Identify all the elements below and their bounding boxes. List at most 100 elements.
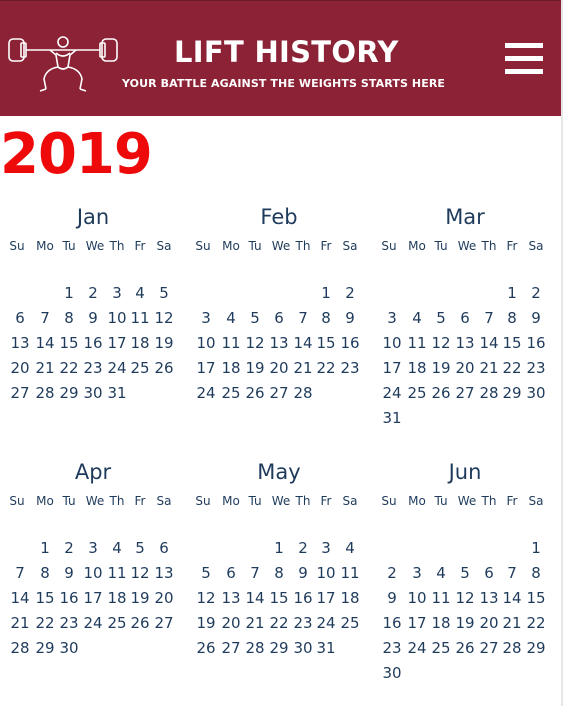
calendar-day[interactable]: 15 [524,589,548,607]
calendar-day[interactable]: 15 [57,334,81,352]
calendar-day[interactable]: 8 [267,564,291,582]
calendar-day[interactable]: 29 [267,639,291,657]
calendar-day[interactable]: 7 [291,309,315,327]
calendar-day[interactable]: 13 [477,589,501,607]
calendar-day[interactable]: 27 [477,639,501,657]
calendar-day[interactable]: 7 [33,309,57,327]
calendar-day[interactable]: 21 [291,359,315,377]
calendar-day[interactable]: 18 [338,589,362,607]
calendar-day[interactable]: 29 [524,639,548,657]
calendar-day[interactable]: 21 [500,614,524,632]
calendar-day[interactable]: 24 [314,614,338,632]
calendar-day[interactable]: 27 [453,384,477,402]
calendar-day[interactable]: 23 [524,359,548,377]
calendar-day[interactable]: 12 [152,309,176,327]
calendar-day[interactable]: 30 [524,384,548,402]
calendar-day[interactable]: 8 [33,564,57,582]
calendar-day[interactable]: 15 [500,334,524,352]
calendar-day[interactable]: 7 [8,564,32,582]
calendar-day[interactable]: 3 [105,284,129,302]
calendar-day[interactable]: 1 [57,284,81,302]
calendar-day[interactable]: 18 [128,334,152,352]
calendar-day[interactable]: 30 [57,639,81,657]
calendar-day[interactable]: 6 [453,309,477,327]
calendar-day[interactable]: 11 [429,589,453,607]
calendar-day[interactable]: 24 [405,639,429,657]
calendar-day[interactable]: 12 [453,589,477,607]
calendar-day[interactable]: 29 [57,384,81,402]
calendar-day[interactable]: 21 [8,614,32,632]
calendar-day[interactable]: 26 [243,384,267,402]
calendar-day[interactable]: 20 [8,359,32,377]
calendar-day[interactable]: 30 [291,639,315,657]
calendar-day[interactable]: 9 [338,309,362,327]
calendar-day[interactable]: 1 [500,284,524,302]
calendar-day[interactable]: 28 [477,384,501,402]
calendar-day[interactable]: 19 [453,614,477,632]
calendar-day[interactable]: 17 [380,359,404,377]
calendar-day[interactable]: 10 [380,334,404,352]
calendar-day[interactable]: 23 [380,639,404,657]
calendar-day[interactable]: 16 [291,589,315,607]
calendar-day[interactable]: 8 [57,309,81,327]
calendar-day[interactable]: 8 [524,564,548,582]
calendar-day[interactable]: 6 [477,564,501,582]
calendar-day[interactable]: 5 [453,564,477,582]
calendar-day[interactable]: 1 [267,539,291,557]
calendar-day[interactable]: 22 [57,359,81,377]
calendar-day[interactable]: 13 [8,334,32,352]
calendar-day[interactable]: 4 [105,539,129,557]
calendar-day[interactable]: 9 [524,309,548,327]
calendar-day[interactable]: 13 [453,334,477,352]
calendar-day[interactable]: 11 [338,564,362,582]
calendar-day[interactable]: 7 [477,309,501,327]
calendar-day[interactable]: 26 [128,614,152,632]
calendar-day[interactable]: 8 [500,309,524,327]
calendar-day[interactable]: 22 [33,614,57,632]
calendar-day[interactable]: 25 [128,359,152,377]
calendar-day[interactable]: 17 [314,589,338,607]
calendar-day[interactable]: 3 [194,309,218,327]
calendar-day[interactable]: 18 [405,359,429,377]
calendar-day[interactable]: 17 [81,589,105,607]
calendar-day[interactable]: 13 [152,564,176,582]
calendar-day[interactable]: 23 [81,359,105,377]
calendar-day[interactable]: 14 [33,334,57,352]
calendar-day[interactable]: 4 [338,539,362,557]
calendar-day[interactable]: 16 [81,334,105,352]
calendar-day[interactable]: 28 [8,639,32,657]
calendar-day[interactable]: 9 [291,564,315,582]
calendar-day[interactable]: 2 [291,539,315,557]
calendar-day[interactable]: 5 [128,539,152,557]
calendar-day[interactable]: 1 [524,539,548,557]
calendar-day[interactable]: 17 [105,334,129,352]
calendar-day[interactable]: 19 [243,359,267,377]
calendar-day[interactable]: 9 [81,309,105,327]
calendar-day[interactable]: 3 [405,564,429,582]
calendar-day[interactable]: 22 [500,359,524,377]
calendar-day[interactable]: 6 [152,539,176,557]
hamburger-menu-icon[interactable] [505,43,543,75]
calendar-day[interactable]: 13 [219,589,243,607]
calendar-day[interactable]: 19 [429,359,453,377]
calendar-day[interactable]: 18 [429,614,453,632]
calendar-day[interactable]: 16 [380,614,404,632]
calendar-day[interactable]: 25 [219,384,243,402]
calendar-day[interactable]: 26 [429,384,453,402]
calendar-day[interactable]: 8 [314,309,338,327]
calendar-day[interactable]: 4 [429,564,453,582]
calendar-day[interactable]: 18 [105,589,129,607]
calendar-day[interactable]: 19 [194,614,218,632]
calendar-day[interactable]: 14 [8,589,32,607]
calendar-day[interactable]: 10 [81,564,105,582]
calendar-day[interactable]: 21 [477,359,501,377]
calendar-day[interactable]: 19 [128,589,152,607]
calendar-day[interactable]: 25 [429,639,453,657]
calendar-day[interactable]: 22 [524,614,548,632]
calendar-day[interactable]: 28 [243,639,267,657]
calendar-day[interactable]: 11 [219,334,243,352]
calendar-day[interactable]: 4 [405,309,429,327]
calendar-day[interactable]: 20 [219,614,243,632]
calendar-day[interactable]: 6 [219,564,243,582]
calendar-day[interactable]: 11 [105,564,129,582]
